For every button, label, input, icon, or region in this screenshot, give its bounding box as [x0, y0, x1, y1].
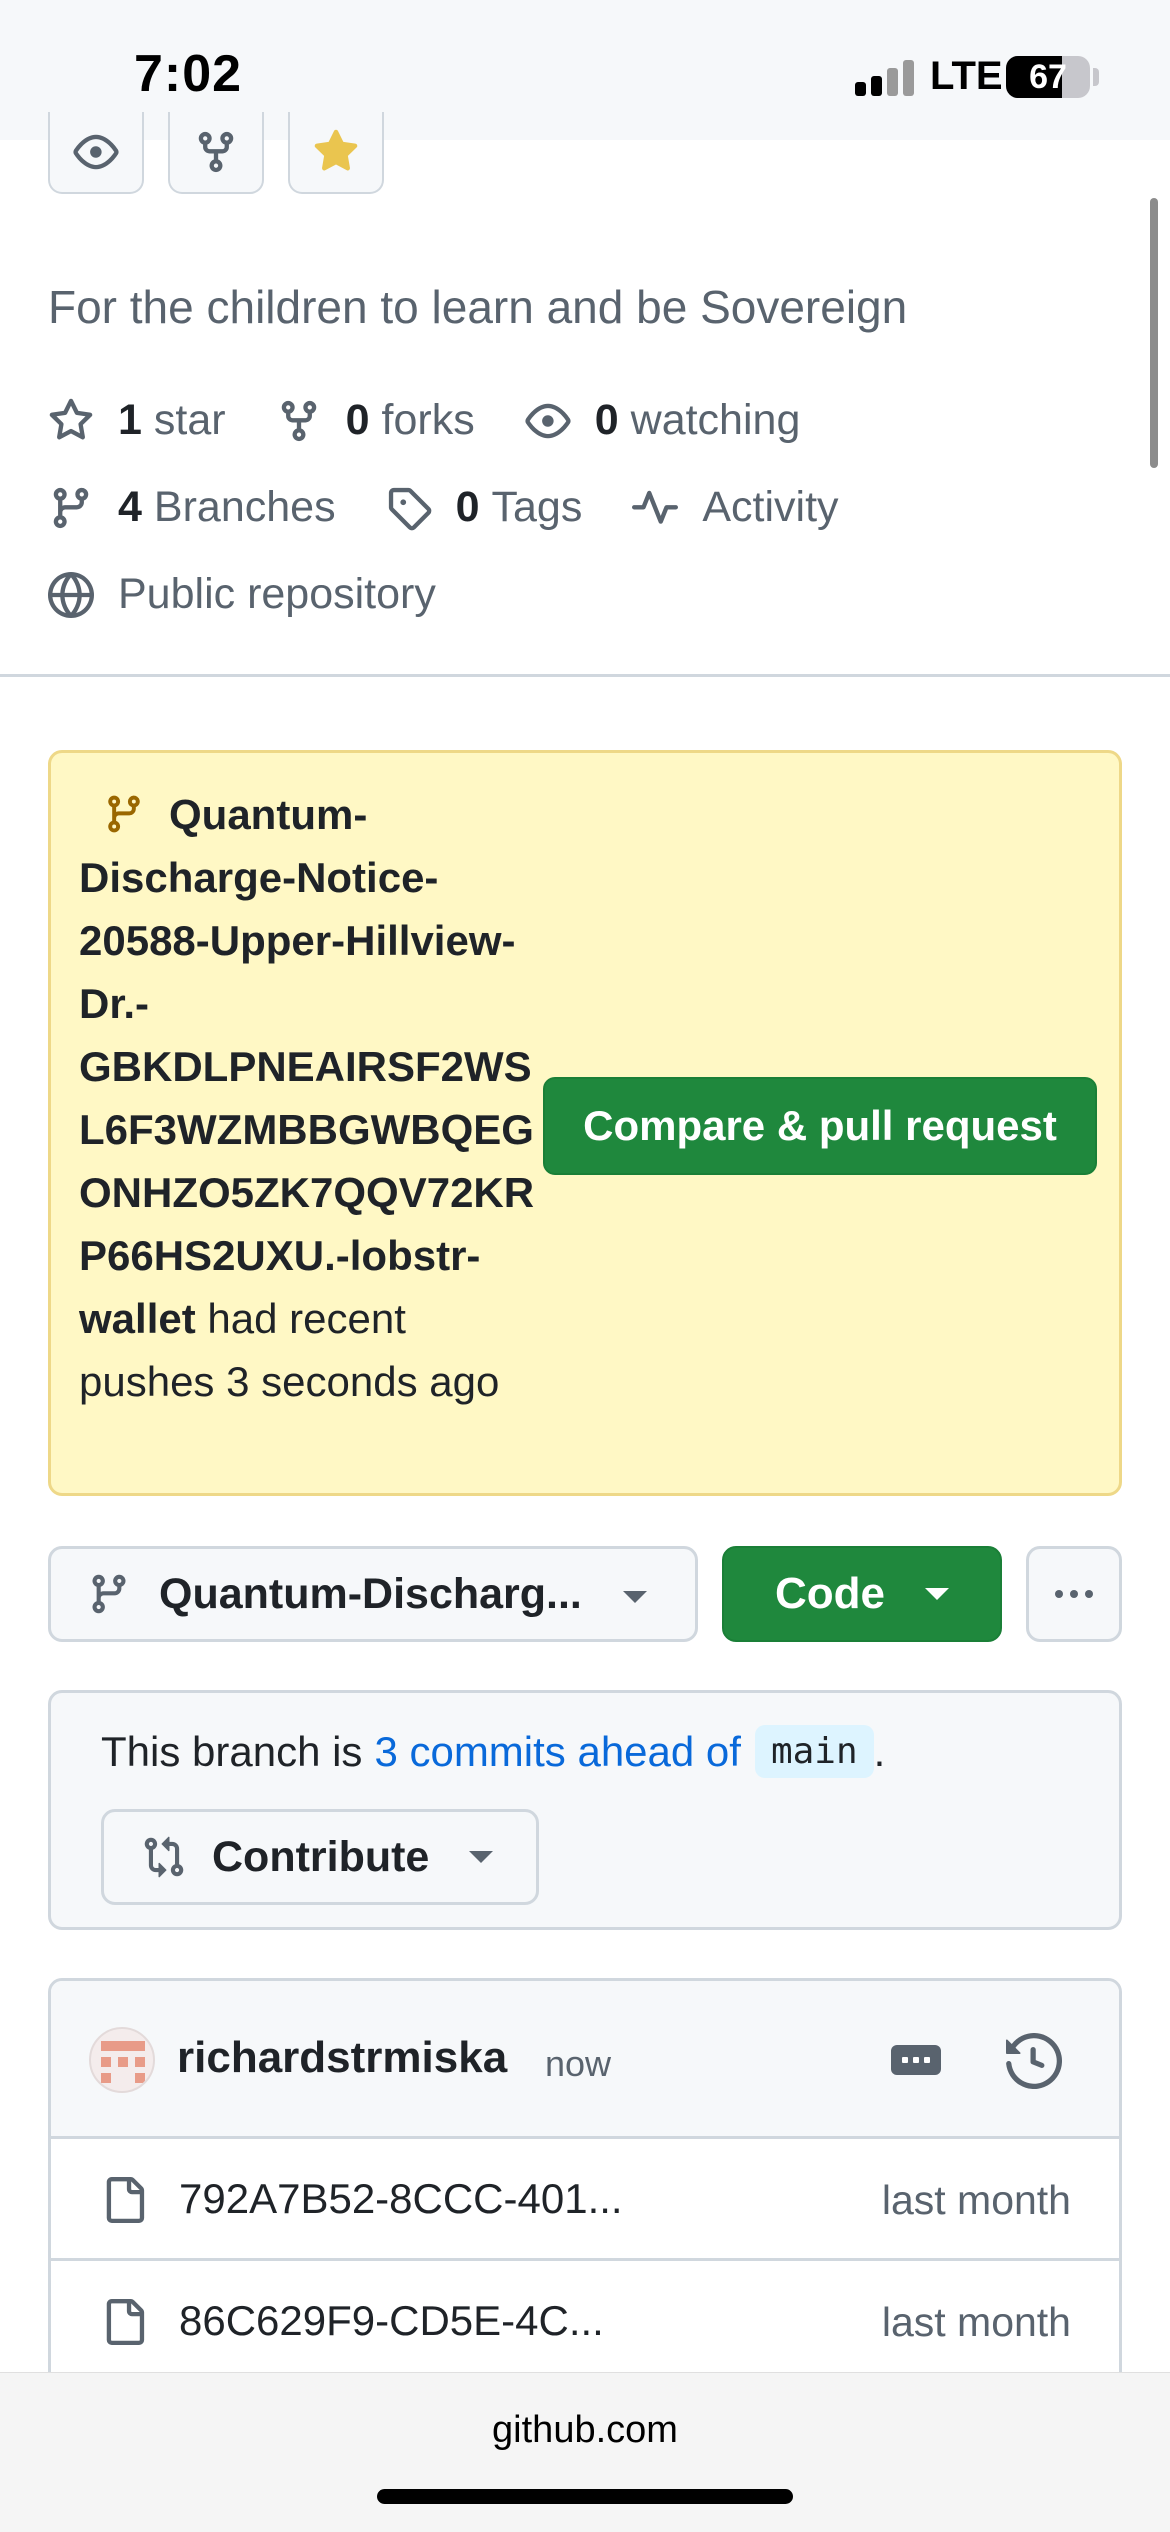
tags-link[interactable]: 0 Tags — [386, 483, 583, 532]
branches-link[interactable]: 4 Branches — [48, 483, 336, 532]
commits-ahead-link[interactable]: 3 commits ahead of — [374, 1728, 741, 1776]
activity-label: Activity — [702, 483, 839, 531]
section-divider — [0, 674, 1170, 677]
branch-status-suffix: . — [873, 1727, 886, 1775]
branch-icon — [92, 1574, 126, 1614]
branch-status-box: This branch is 3 commits ahead of main .… — [48, 1690, 1122, 1930]
ellipsis-dot — [902, 2057, 908, 2063]
branches-count: 4 — [118, 483, 142, 531]
repo-refs-row: 4 Branches 0 Tags Activity — [48, 483, 889, 532]
file-icon — [106, 2299, 145, 2345]
repo-visibility-row: Public repository — [48, 570, 486, 619]
forks-count: 0 — [345, 396, 370, 444]
branch-selector[interactable]: Quantum-Discharg... — [48, 1546, 698, 1642]
tag-icon — [388, 487, 431, 530]
tags-label: Tags — [491, 483, 583, 531]
branches-label: Branches — [153, 483, 336, 531]
kebab-dot — [1085, 1590, 1093, 1598]
commit-time: now — [545, 2043, 612, 2084]
latest-commit-row: richardstrmiska now — [51, 1981, 1119, 2139]
avatar[interactable] — [89, 2027, 155, 2093]
home-indicator[interactable] — [377, 2489, 793, 2504]
battery-icon: 67 — [1006, 56, 1090, 98]
ellipsis-dot — [924, 2057, 930, 2063]
pulse-icon — [632, 490, 679, 524]
page-scrollbar[interactable] — [1150, 198, 1158, 468]
fork-icon — [198, 131, 234, 173]
compare-pull-request-button[interactable]: Compare & pull request — [543, 1077, 1097, 1175]
network-label: LTE — [930, 54, 1003, 98]
watching-label: watching — [630, 396, 801, 444]
branch-icon — [108, 795, 140, 833]
code-button-label: Code — [775, 1569, 885, 1618]
browser-address-bar[interactable]: github.com — [0, 2372, 1170, 2532]
stars-label: star — [153, 396, 226, 444]
visibility-label: Public repository — [118, 570, 436, 618]
commit-message-toggle[interactable] — [891, 2045, 941, 2075]
globe-icon — [48, 571, 94, 618]
history-icon[interactable] — [1006, 2033, 1062, 2089]
ellipsis-dot — [913, 2057, 919, 2063]
file-row[interactable]: 792A7B52-8CCC-401... last month — [51, 2139, 1119, 2261]
forks-link[interactable]: 0 forks — [276, 396, 475, 445]
signal-icon — [855, 60, 915, 96]
branch-icon — [53, 487, 89, 528]
code-button[interactable]: Code — [722, 1546, 1002, 1642]
more-options-button[interactable] — [1026, 1546, 1122, 1642]
chevron-down-icon — [469, 1851, 494, 1863]
status-time: 7:02 — [134, 45, 243, 103]
visibility-item: Public repository — [48, 570, 436, 619]
file-row[interactable]: 86C629F9-CD5E-4C... last month — [51, 2261, 1119, 2383]
recent-push-text: Quantum-Discharge-Notice-20588-Upper-Hil… — [79, 783, 549, 1413]
star-button[interactable] — [288, 112, 384, 194]
kebab-dot — [1055, 1590, 1063, 1598]
pushed-branch-name[interactable]: Quantum-Discharge-Notice-20588-Upper-Hil… — [79, 791, 534, 1342]
tags-count: 0 — [455, 483, 480, 531]
commit-author[interactable]: richardstrmiska — [177, 2033, 507, 2083]
stars-count: 1 — [118, 396, 142, 444]
file-icon — [106, 2177, 145, 2223]
activity-link[interactable]: Activity — [632, 483, 839, 532]
watching-link[interactable]: 0 watching — [525, 396, 801, 445]
file-name[interactable]: 792A7B52-8CCC-401... — [179, 2175, 623, 2223]
base-branch-code: main — [754, 1725, 874, 1778]
file-date: last month — [881, 2299, 1071, 2345]
battery-percent: 67 — [1029, 58, 1067, 96]
chevron-down-icon — [925, 1588, 949, 1600]
battery-nub — [1093, 68, 1099, 86]
stars-link[interactable]: 1 star — [48, 396, 226, 445]
watching-count: 0 — [594, 396, 619, 444]
eye-icon — [73, 134, 119, 170]
star-icon — [49, 398, 93, 439]
file-name[interactable]: 86C629F9-CD5E-4C... — [179, 2297, 604, 2345]
contribute-label: Contribute — [212, 1832, 430, 1881]
recent-push-banner: Quantum-Discharge-Notice-20588-Upper-Hil… — [48, 750, 1122, 1496]
url-text[interactable]: github.com — [0, 2409, 1170, 2452]
kebab-dot — [1070, 1590, 1078, 1598]
fork-icon — [281, 400, 316, 441]
branch-status-prefix: This branch is — [101, 1727, 363, 1775]
forks-label: forks — [381, 396, 475, 444]
star-filled-icon — [314, 129, 358, 171]
chevron-down-icon — [623, 1591, 647, 1603]
file-date: last month — [881, 2177, 1071, 2223]
eye-icon — [525, 403, 571, 438]
selected-branch-label: Quantum-Discharg... — [159, 1569, 582, 1618]
repo-stats-row: 1 star 0 forks 0 watching — [48, 396, 850, 445]
git-compare-icon — [144, 1836, 184, 1878]
fork-button[interactable] — [168, 112, 264, 194]
contribute-button[interactable]: Contribute — [101, 1809, 539, 1905]
watch-button[interactable] — [48, 112, 144, 194]
repo-description: For the children to learn and be Soverei… — [48, 281, 908, 333]
branch-status-text: This branch is 3 commits ahead of main . — [101, 1725, 885, 1778]
